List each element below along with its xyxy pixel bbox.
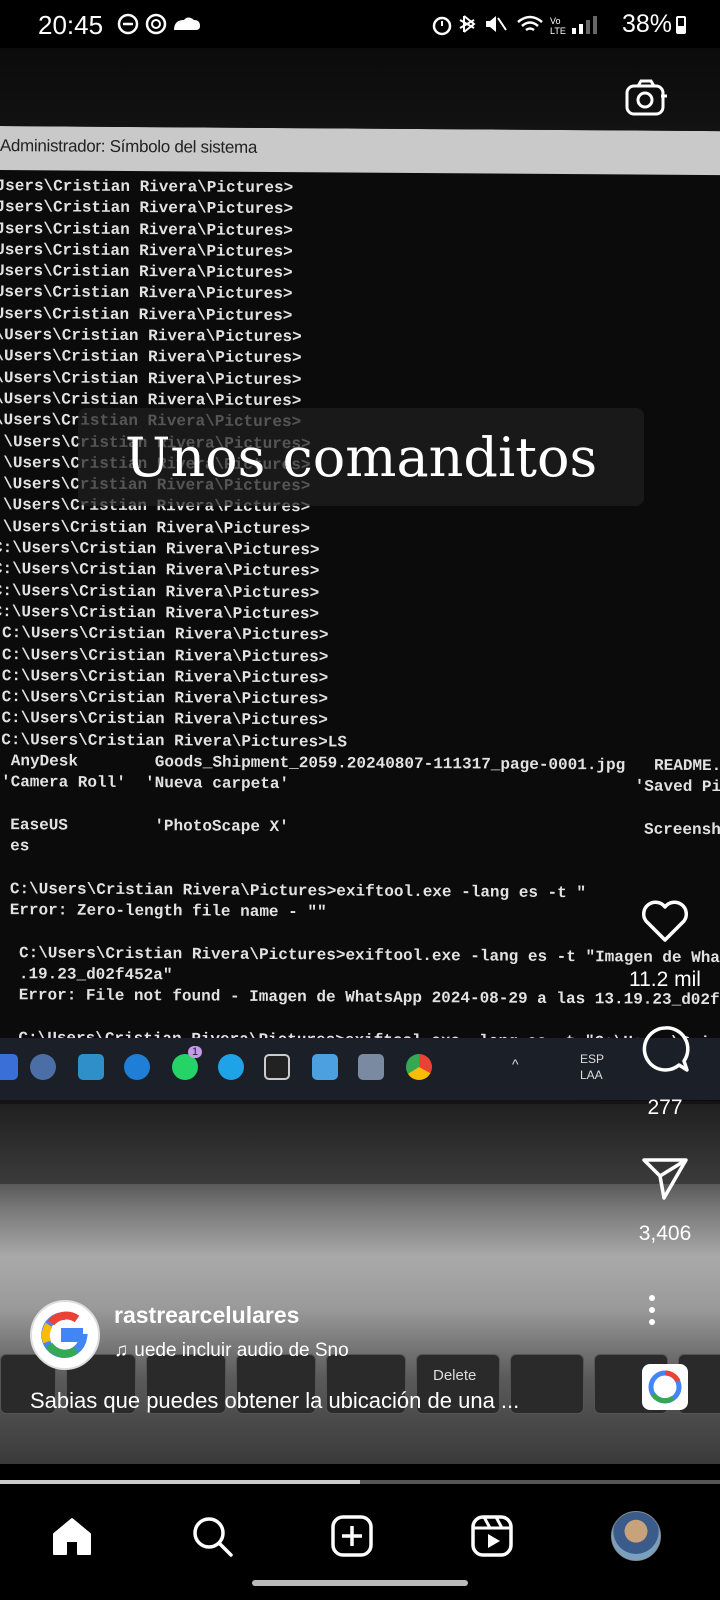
windows-start-icon <box>0 1054 18 1080</box>
author-username[interactable]: rastrearcelulares <box>114 1302 299 1329</box>
cmd-window: Administrador: Símbolo del sistema Jsers… <box>0 126 720 1102</box>
like-button[interactable] <box>610 898 720 949</box>
share-count: 3,406 <box>638 1222 692 1245</box>
svg-text:Vo: Vo <box>550 16 561 26</box>
reels-icon <box>471 1515 513 1557</box>
home-indicator[interactable] <box>252 1580 468 1586</box>
battery-percent: 38% <box>621 10 672 38</box>
video-progress-fill <box>0 1480 360 1484</box>
post-caption[interactable]: Sabias que puedes obtener la ubicación d… <box>30 1388 590 1414</box>
search-icon <box>193 1517 233 1557</box>
cmd-title: Administrador: Símbolo del sistema <box>0 126 720 176</box>
audio-text: uede incluir audio de Sno <box>134 1340 349 1361</box>
audio-thumbnail[interactable] <box>642 1364 688 1410</box>
db-app-icon <box>30 1054 56 1080</box>
status-left-icons <box>116 12 202 41</box>
chevron-up-icon: ^ <box>512 1056 519 1072</box>
create-icon <box>331 1515 373 1557</box>
svg-text:LTE: LTE <box>550 26 566 36</box>
reel-video[interactable]: Administrador: Símbolo del sistema Jsers… <box>0 48 720 1464</box>
nav-create[interactable] <box>322 1506 382 1566</box>
google-logo-icon <box>35 1305 95 1365</box>
camera-icon[interactable] <box>624 78 668 123</box>
share-button[interactable] <box>610 1152 720 1207</box>
camera-app-icon <box>358 1054 384 1080</box>
taskbar-lang-top: ESP <box>580 1052 605 1066</box>
music-note-icon: ♫ <box>114 1340 129 1361</box>
status-time: 20:45 <box>38 10 104 40</box>
nav-home[interactable] <box>42 1506 102 1566</box>
home-icon <box>53 1518 91 1555</box>
google-logo-icon <box>648 1370 682 1404</box>
like-count: 11.2 mil <box>629 968 701 991</box>
chrome-icon <box>406 1054 432 1080</box>
more-icon <box>649 1295 655 1325</box>
status-bar: 20:45 Vo LTE 38% <box>0 0 720 48</box>
comment-icon <box>642 1026 690 1072</box>
comment-count: 277 <box>647 1096 683 1119</box>
comment-button[interactable] <box>610 1024 720 1081</box>
key-delete-label: Delete <box>433 1367 477 1384</box>
status-right-icons: Vo LTE <box>432 12 608 43</box>
skype-icon <box>218 1054 244 1080</box>
whatsapp-badge: 1 <box>188 1046 203 1058</box>
nav-reels[interactable] <box>462 1506 522 1566</box>
video-progress-bar[interactable] <box>0 1480 720 1484</box>
nav-search[interactable] <box>182 1506 242 1566</box>
taskbar-lang-bottom: LAA <box>580 1068 603 1082</box>
nav-profile[interactable] <box>606 1506 666 1566</box>
heart-icon <box>641 900 689 942</box>
notes-icon <box>78 1054 104 1080</box>
profile-avatar <box>611 1511 661 1561</box>
photos-icon <box>312 1054 338 1080</box>
video-overlay-title: Unos comanditos <box>78 408 644 506</box>
share-icon <box>642 1158 688 1200</box>
audio-attribution[interactable]: ♫ uede incluir audio de Sno <box>114 1340 376 1362</box>
battery-icon <box>676 16 686 34</box>
author-avatar[interactable] <box>30 1300 100 1370</box>
chat-app-icon <box>124 1054 150 1080</box>
more-options-button[interactable] <box>640 1290 664 1330</box>
terminal-icon <box>264 1054 290 1080</box>
